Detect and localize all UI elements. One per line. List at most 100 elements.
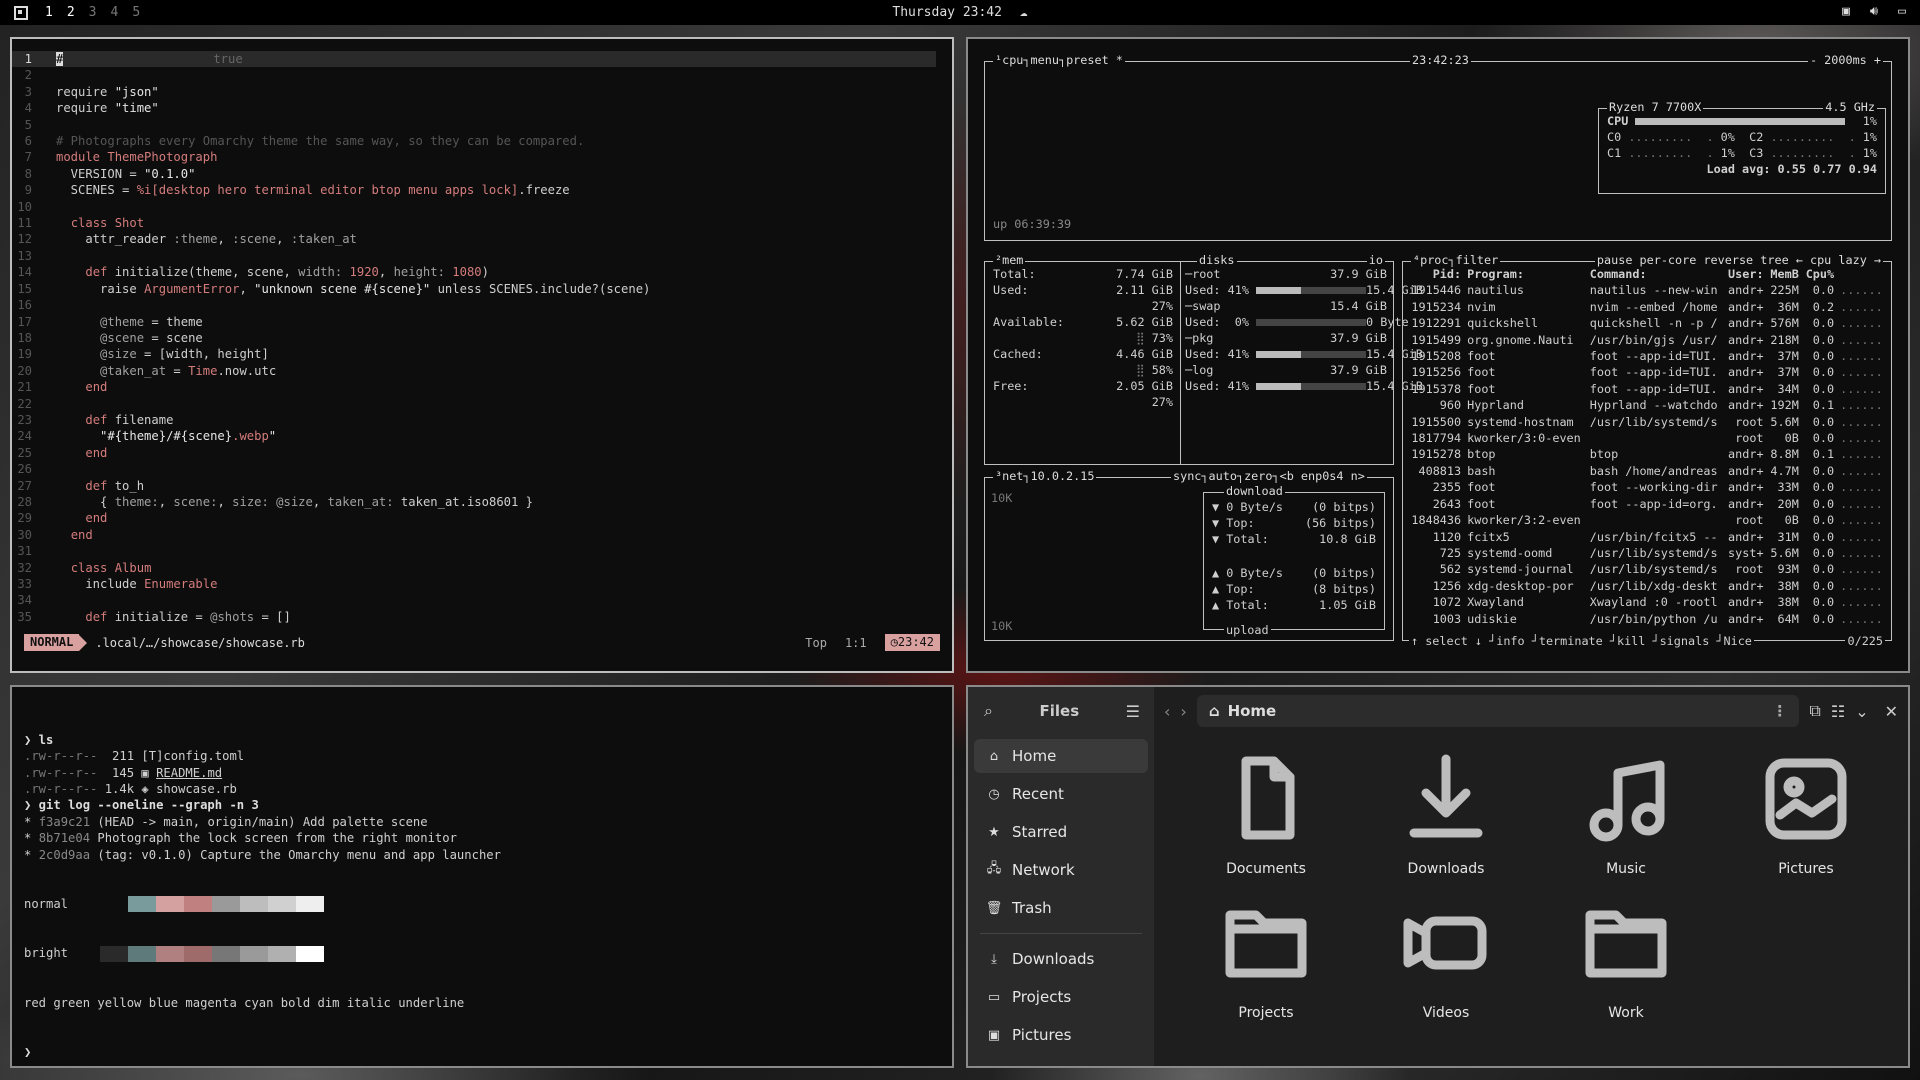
process-row[interactable]: 1003 udiskie/usr/bin/python /u andr+ 64M 0.0… (1407, 611, 1887, 627)
sidebar-item-downloads[interactable]: ⤓ Downloads (974, 942, 1148, 976)
process-row[interactable]: 1912291 quickshell quickshell -n -p / andr+… (1407, 315, 1887, 331)
file-item-work[interactable]: Work (1536, 893, 1716, 1021)
code-line[interactable]: 13 (12, 248, 952, 264)
process-row[interactable]: 1072 Xwayland Xwayland :0 -rootl andr+ 38M 0.… (1407, 594, 1887, 610)
code-line[interactable]: 10 (12, 199, 952, 215)
net-options[interactable]: sync┐auto┐zero┐<b enp0s4 n> (1171, 468, 1367, 485)
process-row[interactable]: 1915378 foot foot --app-id=TUI. andr+ 34M 0.0… (1407, 381, 1887, 397)
code-line[interactable]: 1 # true (12, 51, 936, 68)
code-line[interactable]: 23 def filename (12, 412, 952, 428)
process-row[interactable]: 2643 foot foot --app-id=org. andr+ 20M 0.0...… (1407, 496, 1887, 512)
sidebar-item-projects[interactable]: ▭ Projects (974, 980, 1148, 1014)
code-line[interactable]: 21 end (12, 379, 952, 395)
code-line[interactable]: 18 @scene = scene (12, 330, 952, 346)
process-row[interactable]: 1120 fcitx5/usr/bin/fcitx5 -- andr+ 31M 0.0.… (1407, 529, 1887, 545)
file-item-music[interactable]: Music (1536, 749, 1716, 877)
cpu-header[interactable]: ¹cpu┐menu┐preset * (993, 52, 1125, 69)
sidebar-item-home[interactable]: ⌂ Home (974, 739, 1148, 773)
code-line[interactable]: 6 # Photographs every Omarchy theme the s… (12, 133, 952, 149)
window-icon[interactable]: ▣ (1838, 4, 1854, 20)
code-line[interactable]: 3 require "json" (12, 84, 952, 100)
editor-buffer[interactable]: 1 # true 2 3 require "json" 4 require "time" 5 6 #… (12, 39, 952, 625)
view-list-icon[interactable]: ☷ (1831, 702, 1845, 721)
code-line[interactable]: 16 (12, 297, 952, 313)
code-line[interactable]: 5 (12, 117, 952, 133)
process-list[interactable]: Pid: Program: Command: User: MemB Cpu% 191544… (1407, 266, 1887, 627)
shell-prompt[interactable]: ❯ (24, 1044, 940, 1060)
process-row[interactable]: 1256 xdg-desktop-por/usr/lib/xdg-deskt and… (1407, 578, 1887, 594)
code-line[interactable]: 19 @size = [width, height] (12, 346, 952, 362)
code-line[interactable]: 8 VERSION = "0.1.0" (12, 166, 952, 182)
code-line[interactable]: 31 (12, 543, 952, 559)
cloud-icon[interactable]: ☁ (1020, 5, 1028, 20)
process-row[interactable]: 1915234 nvim nvim --embed /home andr+ 36M 0.2… (1407, 299, 1887, 315)
code-line[interactable]: 12 attr_reader :theme, :scene, :taken_at (12, 231, 952, 247)
code-line[interactable]: 4 require "time" (12, 100, 952, 116)
file-item-pictures[interactable]: Pictures (1716, 749, 1896, 877)
code-line[interactable]: 2 (12, 67, 952, 83)
volume-icon[interactable]: 🔊︎ (1866, 4, 1882, 20)
monitor-icon[interactable]: ▭ (1894, 4, 1910, 20)
code-line[interactable]: 34 (12, 592, 952, 608)
process-row[interactable]: 408813 bash bash /home/andreas andr+ 4.7M 0.0… (1407, 463, 1887, 479)
sidebar-item-recent[interactable]: ◷ Recent (974, 777, 1148, 811)
launcher-icon[interactable] (14, 5, 28, 20)
code-line[interactable]: 24 "#{theme}/#{scene}.webp" (12, 428, 952, 444)
forward-icon[interactable]: › (1180, 702, 1186, 721)
process-row[interactable]: 1915278 btop btop andr+ 8.8M 0.1...... (1407, 446, 1887, 462)
code-line[interactable]: 27 def to_h (12, 478, 952, 494)
code-line[interactable]: 32 class Album (12, 560, 952, 576)
chevron-down-icon[interactable]: ⌄ (1855, 702, 1868, 721)
more-vertical-icon[interactable]: ⋮ (1772, 702, 1787, 720)
process-row[interactable]: 1915208 foot foot --app-id=TUI. andr+ 37M 0.0… (1407, 348, 1887, 364)
code-line[interactable]: 30 end (12, 527, 952, 543)
close-icon[interactable]: ✕ (1885, 702, 1898, 721)
code-line[interactable]: 15 raise ArgumentError, "unknown scene #… (12, 281, 952, 297)
code-line[interactable]: 33 include Enumerable (12, 576, 952, 592)
code-line[interactable]: 14 def initialize(theme, scene, width: 1… (12, 264, 952, 280)
code-line[interactable]: 25 end (12, 445, 952, 461)
code-line[interactable]: 9 SCENES = %i[desktop hero terminal edit… (12, 182, 952, 198)
net-header[interactable]: ³net┐10.0.2.15 (993, 468, 1097, 485)
process-row[interactable]: 1915446 nautilus nautilus --new-win andr+ 22… (1407, 282, 1887, 298)
workspace-4[interactable]: 4 (110, 5, 118, 20)
file-item-downloads[interactable]: Downloads (1356, 749, 1536, 877)
file-item-documents[interactable]: Documents (1176, 749, 1356, 877)
sidebar-item-starred[interactable]: ★ Starred (974, 815, 1148, 849)
editor-window[interactable]: 1 # true 2 3 require "json" 4 require "time" 5 6 #… (10, 37, 954, 673)
btop-window[interactable]: ¹cpu┐menu┐preset * 23:42:23 - 2000ms + u… (966, 37, 1910, 673)
clock[interactable]: Thursday 23:42 (892, 5, 1002, 20)
process-row[interactable]: 1915500 systemd-hostnam/usr/lib/systemd/s… (1407, 414, 1887, 430)
process-row[interactable]: 960 Hyprland Hyprland --watchdo andr+ 192M 0.… (1407, 397, 1887, 413)
process-row[interactable]: 1817794 kworker/3:0-even root 0B 0.0...... (1407, 430, 1887, 446)
code-line[interactable]: 22 (12, 396, 952, 412)
code-line[interactable]: 17 @theme = theme (12, 314, 952, 330)
code-line[interactable]: 7 module ThemePhotograph (12, 149, 952, 165)
search-folder-icon[interactable]: ⧉ (1809, 701, 1820, 721)
sidebar-item-network[interactable]: 🖧︎ Network (974, 853, 1148, 887)
sidebar-item-pictures[interactable]: ▣ Pictures (974, 1018, 1148, 1052)
location-bar[interactable]: ⌂ Home ⋮ (1196, 695, 1800, 727)
code-line[interactable]: 35 def initialize = @shots = [] (12, 609, 952, 625)
file-item-videos[interactable]: Videos (1356, 893, 1536, 1021)
process-row[interactable]: 1915499 org.gnome.Nauti/usr/bin/gjs /usr/… (1407, 332, 1887, 348)
code-line[interactable]: 11 class Shot (12, 215, 952, 231)
menu-icon[interactable]: ☰ (1126, 702, 1140, 721)
back-icon[interactable]: ‹ (1164, 702, 1170, 721)
process-row[interactable]: 725 systemd-oomd/usr/lib/systemd/s syst+ 5.… (1407, 545, 1887, 561)
process-row[interactable]: 562 systemd-journal/usr/lib/systemd/s root… (1407, 561, 1887, 577)
process-row[interactable]: 1915256 foot foot --app-id=TUI. andr+ 37M 0.0… (1407, 364, 1887, 380)
workspace-2[interactable]: 2 (67, 5, 75, 20)
terminal-output[interactable]: ❯ ls .rw-r--r-- 211 [T]config.toml .rw-r--… (12, 687, 952, 1066)
workspace-5[interactable]: 5 (132, 5, 140, 20)
workspace-3[interactable]: 3 (89, 5, 97, 20)
code-line[interactable]: 26 (12, 461, 952, 477)
terminal-window[interactable]: ❯ ls .rw-r--r-- 211 [T]config.toml .rw-r--… (10, 685, 954, 1068)
process-row[interactable]: 2355 foot foot --working-dir andr+ 33M 0.0...… (1407, 479, 1887, 495)
code-line[interactable]: 28 { theme:, scene:, size: @size, taken_… (12, 494, 952, 510)
files-window[interactable]: ⌕ Files ☰ ⌂ Home ◷ Recent ★ Starred 🖧︎ Network 🗑… (966, 685, 1910, 1068)
file-item-projects[interactable]: Projects (1176, 893, 1356, 1021)
code-line[interactable]: 29 end (12, 510, 952, 526)
code-line[interactable]: 20 @taken_at = Time.now.utc (12, 363, 952, 379)
update-interval[interactable]: - 2000ms + (1807, 52, 1883, 69)
